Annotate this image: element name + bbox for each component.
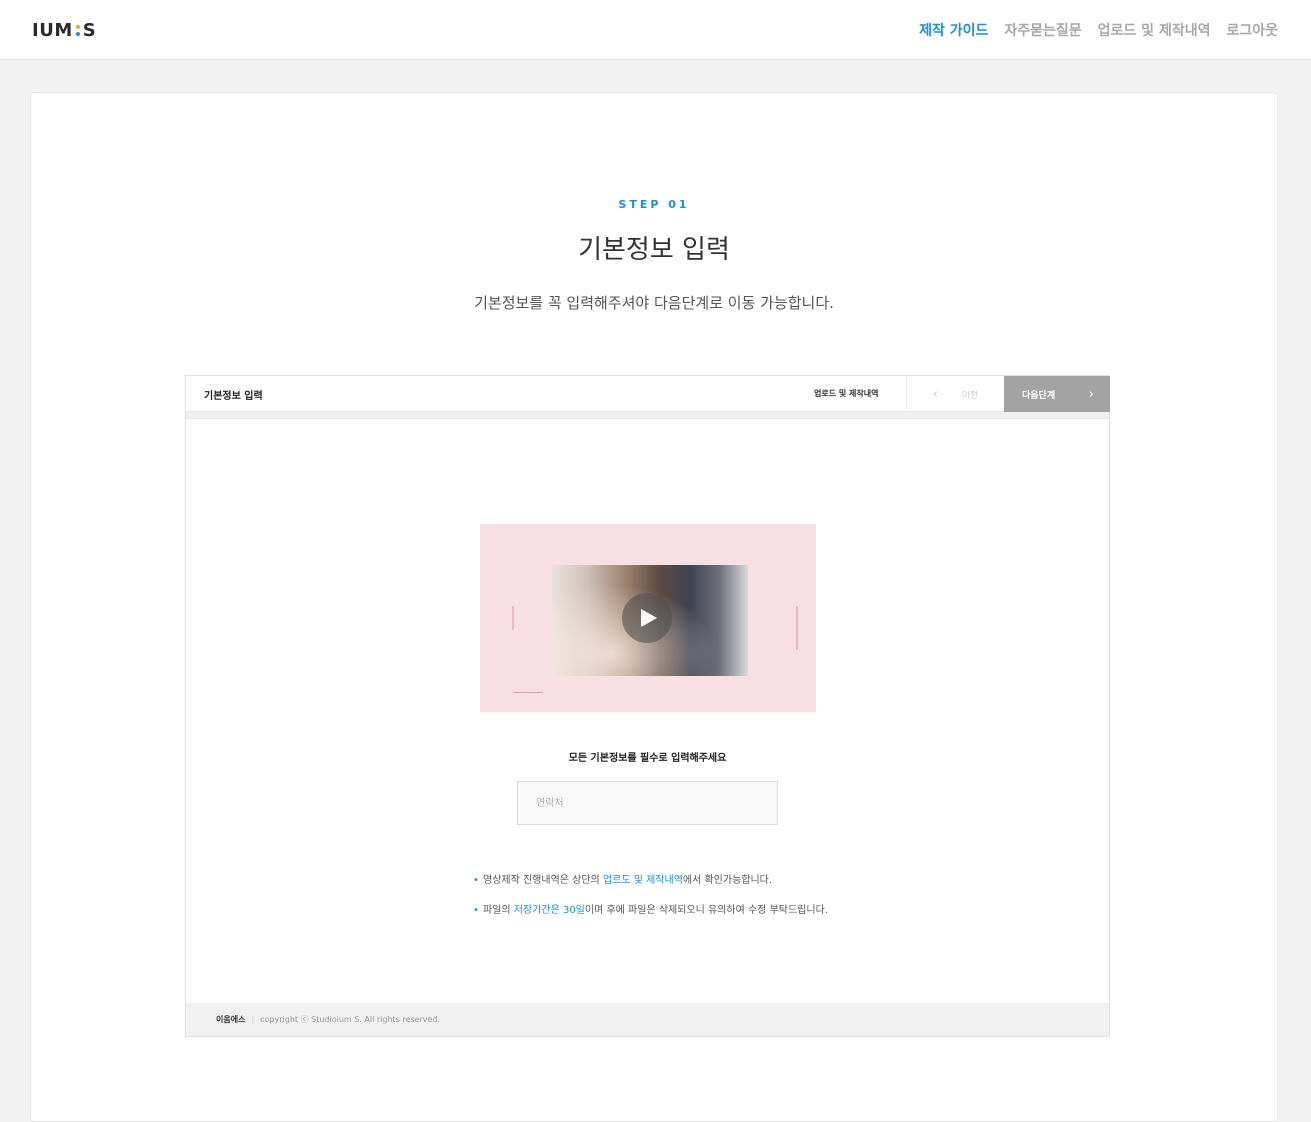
prev-label: 이전 — [961, 390, 979, 401]
logo[interactable]: IUM S — [32, 19, 96, 41]
required-notice: 모든 기본정보를 필수로 입력해주세요 — [568, 753, 727, 764]
preview-toolbar: 기본정보 입력 업로드 및 제작내역 ‹ 이전 다음단계 › — [186, 376, 1110, 412]
preview-body: 모든 기본정보를 필수로 입력해주세요 영상제작 진행내역은 상단의 업르도 및… — [186, 418, 1109, 1003]
page-subtitle: 기본정보를 꼭 입력해주셔야 다음단계로 이동 가능합니다. — [474, 294, 834, 312]
retention-highlight: 저장기간은 30일 — [513, 905, 585, 916]
thumbnail-decoration-left — [512, 606, 514, 630]
preview-frame: 기본정보 입력 업로드 및 제작내역 ‹ 이전 다음단계 › 모든 기본정보를 … — [185, 375, 1110, 1037]
logo-text-left: IUM — [32, 19, 73, 41]
top-header: IUM S 제작 가이드 자주묻는질문 업로드 및 제작내역 로그아웃 — [0, 0, 1311, 60]
play-icon[interactable] — [622, 593, 672, 643]
nav-upload-history[interactable]: 업로드 및 제작내역 — [1098, 20, 1211, 40]
main-nav: 제작 가이드 자주묻는질문 업로드 및 제작내역 로그아웃 — [919, 20, 1278, 40]
chevron-right-icon: › — [1088, 386, 1094, 402]
prev-button[interactable]: ‹ 이전 — [906, 376, 1004, 412]
logo-dots — [75, 24, 80, 36]
footer-copyright: copyright ⓒ Studioium S. All rights rese… — [260, 1015, 441, 1024]
guide-card: STEP 01 기본정보 입력 기본정보를 꼭 입력해주셔야 다음단계로 이동 … — [30, 92, 1278, 1122]
nav-logout[interactable]: 로그아웃 — [1226, 20, 1278, 40]
preview-footer: 이음에스 | copyright ⓒ Studioium S. All righ… — [186, 1003, 1109, 1036]
preview-upload-link[interactable]: 업로드 및 제작내역 — [814, 388, 878, 399]
phone-input[interactable] — [517, 781, 778, 825]
thumbnail-decoration-bottom — [513, 692, 543, 693]
video-thumbnail[interactable] — [480, 524, 816, 712]
next-step-button[interactable]: 다음단계 › — [1004, 376, 1110, 412]
info-list: 영상제작 진행내역은 상단의 업르도 및 제작내역에서 확인가능합니다. 파일의… — [473, 874, 828, 934]
next-label: 다음단계 — [1022, 390, 1056, 401]
chevron-left-icon: ‹ — [932, 386, 938, 402]
footer-brand: 이음에스 — [216, 1015, 246, 1024]
preview-title: 기본정보 입력 — [204, 391, 263, 402]
page-title: 기본정보 입력 — [578, 235, 730, 265]
step-label: STEP 01 — [618, 198, 690, 211]
info-item-retention: 파일의 저장기간은 30일이며 후에 파일은 삭제되오니 유의하여 수정 부탁드… — [473, 904, 828, 918]
footer-separator: | — [251, 1015, 255, 1024]
wedding-photo — [552, 565, 748, 676]
nav-faq[interactable]: 자주묻는질문 — [1004, 20, 1081, 40]
nav-production-guide[interactable]: 제작 가이드 — [919, 20, 988, 40]
thumbnail-decoration-right — [796, 606, 798, 650]
info-item-upload: 영상제작 진행내역은 상단의 업르도 및 제작내역에서 확인가능합니다. — [473, 874, 828, 888]
upload-history-link[interactable]: 업르도 및 제작내역 — [603, 875, 683, 886]
logo-text-right: S — [82, 19, 97, 41]
